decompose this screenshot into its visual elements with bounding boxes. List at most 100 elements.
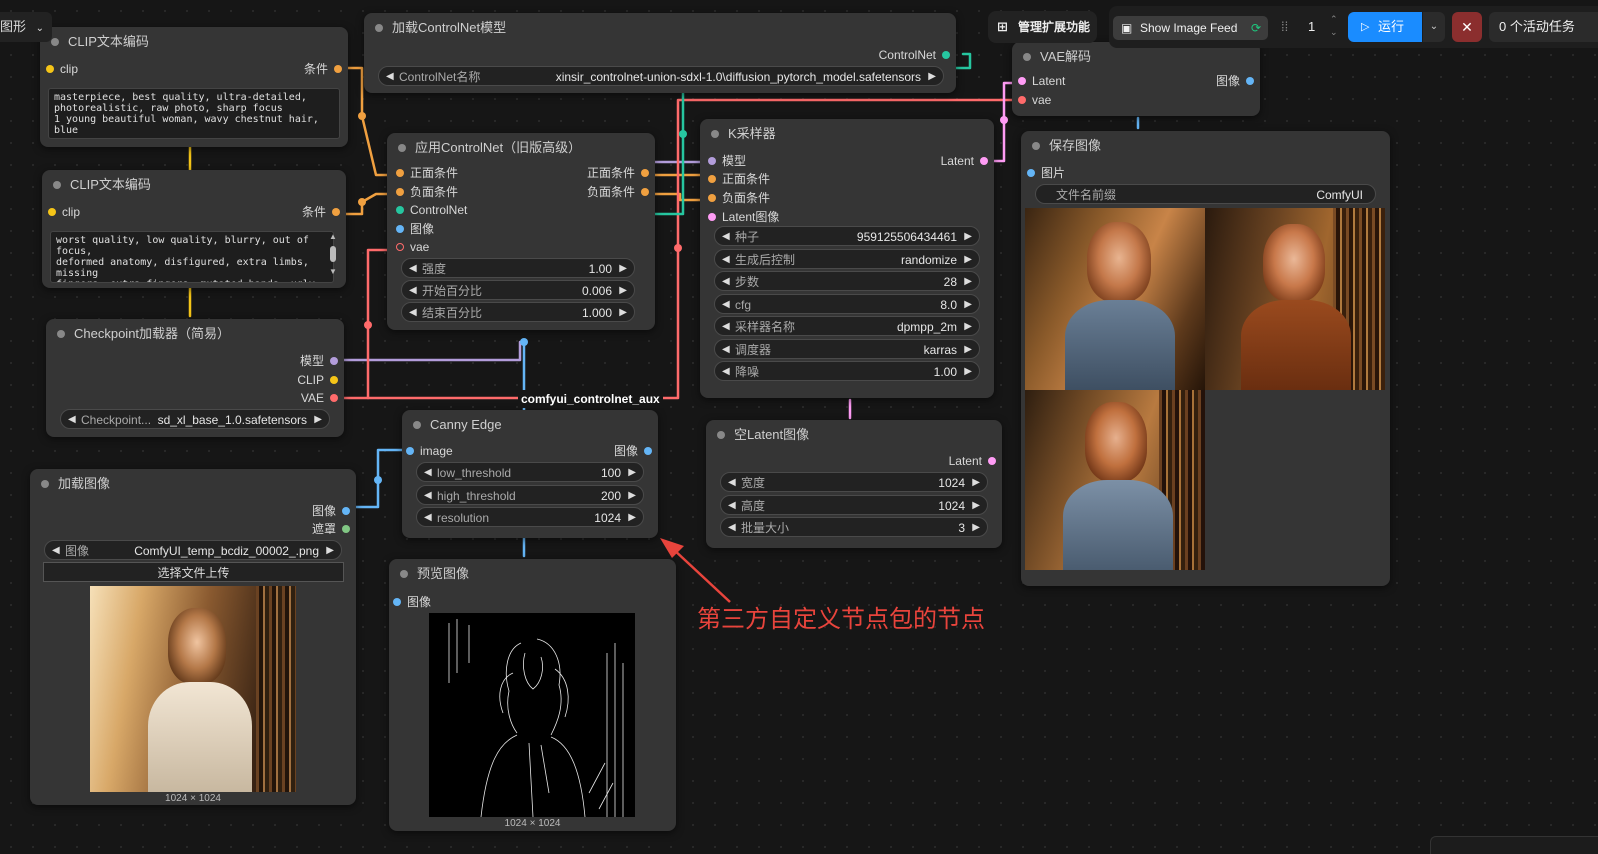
low-threshold-widget[interactable]: ◀ low_threshold 100 ▶ — [416, 462, 644, 482]
node-title[interactable]: 加载图像 — [30, 469, 356, 499]
image-select[interactable]: ◀ 图像 ComfyUI_temp_bcdiz_00002_.png ▶ — [44, 540, 342, 560]
arrow-left-icon[interactable]: ◀ — [728, 496, 736, 514]
seed-widget[interactable]: ◀ 种子 959125506434461 ▶ — [714, 226, 980, 246]
output-image-3[interactable] — [1025, 390, 1205, 570]
negative-port[interactable] — [708, 194, 716, 202]
arrow-right-icon[interactable]: ▶ — [619, 259, 627, 277]
queue-count-input[interactable]: 1 — [1308, 19, 1315, 34]
strength-widget[interactable]: ◀ 强度 1.00 ▶ — [401, 258, 635, 278]
manage-extensions-button[interactable]: ⊞ 管理扩展功能 — [988, 11, 1097, 43]
decrement-icon[interactable]: ⌄ — [1330, 27, 1338, 38]
arrow-left-icon[interactable]: ◀ — [722, 362, 730, 380]
output-image-1[interactable] — [1025, 208, 1205, 390]
node-load-image[interactable]: 加载图像 图像 遮罩 ◀ 图像 ComfyUI_temp_bcdiz_00002_.… — [30, 469, 356, 805]
arrow-right-icon[interactable]: ▶ — [619, 303, 627, 321]
node-title[interactable]: 空Latent图像 — [706, 420, 1002, 450]
node-checkpoint-loader-simple[interactable]: Checkpoint加载器（简易） 模型 CLIP VAE ◀ Checkpoin… — [46, 319, 344, 437]
latent-out-port[interactable] — [988, 457, 996, 465]
run-button[interactable]: ▷ 运行 — [1348, 12, 1422, 42]
arrow-right-icon[interactable]: ▶ — [972, 518, 980, 536]
arrow-left-icon[interactable]: ◀ — [424, 463, 432, 481]
graph-menu[interactable]: 图形 ⌄ — [0, 12, 53, 42]
height-widget[interactable]: ◀ 高度 1024 ▶ — [720, 495, 988, 515]
arrow-right-icon[interactable]: ▶ — [964, 340, 972, 358]
arrow-left-icon[interactable]: ◀ — [409, 303, 417, 321]
arrow-right-icon[interactable]: ▶ — [972, 496, 980, 514]
mask-out-port[interactable] — [342, 525, 350, 533]
node-title[interactable]: 应用ControlNet（旧版高级） — [387, 133, 655, 163]
controlnet-port[interactable] — [942, 51, 950, 59]
input-image-preview[interactable] — [90, 586, 296, 792]
node-ksampler[interactable]: K采样器 模型 正面条件 负面条件 Latent图像 Latent ◀ 种子 959… — [700, 119, 994, 398]
clip-port[interactable] — [46, 65, 54, 73]
arrow-right-icon[interactable]: ▶ — [964, 362, 972, 380]
controlnet-port[interactable] — [396, 206, 404, 214]
clip-out-port[interactable] — [330, 376, 338, 384]
vae-port[interactable] — [1018, 96, 1026, 104]
node-vae-decode[interactable]: VAE解码 Latent vae 图像 — [1012, 42, 1260, 116]
arrow-left-icon[interactable]: ◀ — [722, 250, 730, 268]
node-title[interactable]: 保存图像 — [1021, 131, 1390, 161]
negative-out-port[interactable] — [641, 188, 649, 196]
node-title[interactable]: 预览图像 — [389, 559, 676, 589]
controlnet-name-select[interactable]: ◀ ControlNet名称 xinsir_controlnet-union-s… — [378, 66, 944, 86]
high-threshold-widget[interactable]: ◀ high_threshold 200 ▶ — [416, 485, 644, 505]
positive-port[interactable] — [708, 175, 716, 183]
cancel-button[interactable]: ✕ — [1452, 12, 1482, 42]
node-title[interactable]: CLIP文本编码 — [40, 27, 348, 57]
image-port[interactable] — [406, 447, 414, 455]
arrow-left-icon[interactable]: ◀ — [424, 508, 432, 526]
conditioning-port[interactable] — [332, 208, 340, 216]
arrow-left-icon[interactable]: ◀ — [722, 340, 730, 358]
image-port[interactable] — [396, 225, 404, 233]
model-port[interactable] — [708, 157, 716, 165]
arrow-right-icon[interactable]: ▶ — [964, 272, 972, 290]
image-out-port[interactable] — [644, 447, 652, 455]
node-save-image[interactable]: 保存图像 图片 文件名前缀 ComfyUI — [1021, 131, 1390, 586]
canny-edge-preview[interactable] — [429, 613, 635, 817]
arrow-right-icon[interactable]: ▶ — [972, 473, 980, 491]
show-image-feed-button[interactable]: ▣ Show Image Feed ⟳ — [1113, 16, 1268, 40]
prompt-text[interactable]: worst quality, low quality, blurry, out … — [50, 231, 334, 283]
node-title[interactable]: 加载ControlNet模型 — [364, 13, 956, 43]
end-percent-widget[interactable]: ◀ 结束百分比 1.000 ▶ — [401, 302, 635, 322]
arrow-right-icon[interactable]: ▶ — [628, 463, 636, 481]
node-title[interactable]: Checkpoint加载器（简易） — [46, 319, 344, 349]
image-out-port[interactable] — [342, 507, 350, 515]
denoise-widget[interactable]: ◀ 降噪 1.00 ▶ — [714, 361, 980, 381]
node-empty-latent-image[interactable]: 空Latent图像 Latent ◀ 宽度 1024 ▶ ◀ 高度 1024 ▶ ◀ 批量大小… — [706, 420, 1002, 548]
prompt-text[interactable]: masterpiece, best quality, ultra-detaile… — [48, 88, 340, 139]
node-title[interactable]: K采样器 — [700, 119, 994, 149]
node-clip-text-encode-positive[interactable]: CLIP文本编码 clip 条件 masterpiece, best quali… — [40, 27, 348, 147]
negative-port[interactable] — [396, 188, 404, 196]
arrow-right-icon[interactable]: ▶ — [628, 486, 636, 504]
arrow-right-icon[interactable]: ▶ — [964, 250, 972, 268]
arrow-right-icon[interactable]: ▶ — [928, 67, 936, 85]
sampler-name-widget[interactable]: ◀ 采样器名称 dpmpp_2m ▶ — [714, 316, 980, 336]
arrow-left-icon[interactable]: ◀ — [722, 227, 730, 245]
drag-handle-icon[interactable]: ⁞⁞ — [1281, 19, 1288, 34]
arrow-left-icon[interactable]: ◀ — [409, 259, 417, 277]
output-image-2[interactable] — [1205, 208, 1385, 390]
arrow-left-icon[interactable]: ◀ — [409, 281, 417, 299]
arrow-left-icon[interactable]: ◀ — [722, 295, 730, 313]
arrow-left-icon[interactable]: ◀ — [386, 67, 394, 85]
batch-size-widget[interactable]: ◀ 批量大小 3 ▶ — [720, 517, 988, 537]
arrow-right-icon[interactable]: ▶ — [964, 317, 972, 335]
width-widget[interactable]: ◀ 宽度 1024 ▶ — [720, 472, 988, 492]
node-apply-controlnet-advanced[interactable]: 应用ControlNet（旧版高级） 正面条件 负面条件 ControlNet … — [387, 133, 655, 330]
steps-widget[interactable]: ◀ 步数 28 ▶ — [714, 271, 980, 291]
latent-port[interactable] — [708, 213, 716, 221]
scroll-thumb[interactable] — [330, 246, 336, 262]
arrow-left-icon[interactable]: ◀ — [52, 541, 60, 559]
increment-icon[interactable]: ⌃ — [1330, 14, 1338, 25]
latent-port[interactable] — [1018, 77, 1026, 85]
positive-port[interactable] — [396, 169, 404, 177]
node-title[interactable]: Canny Edge — [402, 410, 658, 440]
cfg-widget[interactable]: ◀ cfg 8.0 ▶ — [714, 294, 980, 314]
active-tasks-button[interactable]: 0 个活动任务 — [1489, 12, 1598, 42]
conditioning-port[interactable] — [334, 65, 342, 73]
model-out-port[interactable] — [330, 357, 338, 365]
arrow-right-icon[interactable]: ▶ — [326, 541, 334, 559]
clip-port[interactable] — [48, 208, 56, 216]
